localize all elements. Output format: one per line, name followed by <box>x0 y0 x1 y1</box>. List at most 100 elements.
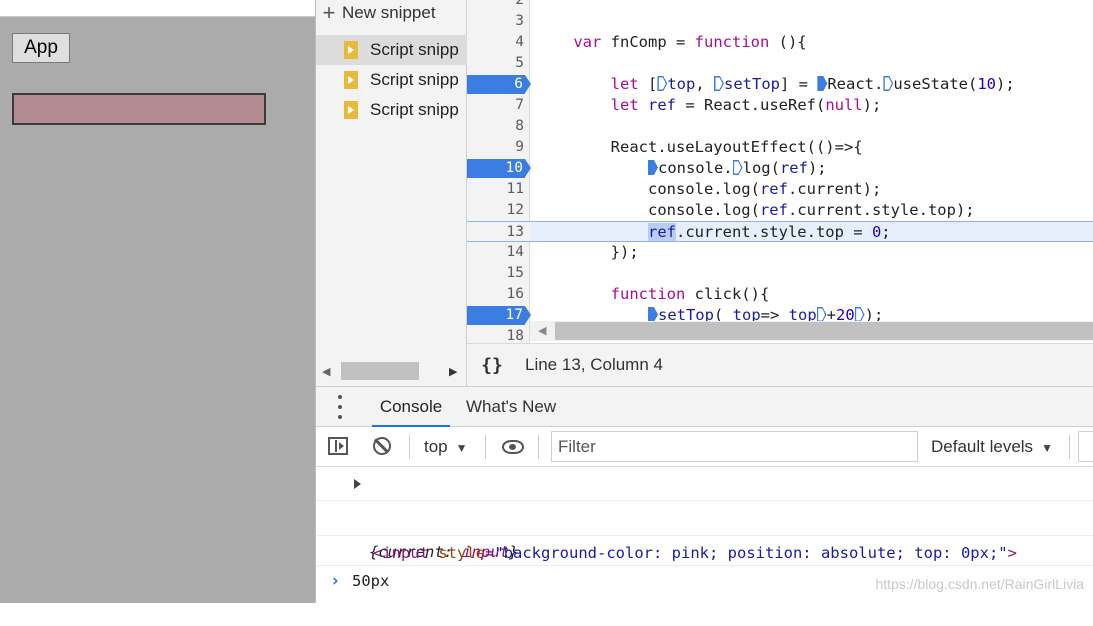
snippet-file-icon <box>344 71 358 89</box>
code-text: let [top, setTop] = React. useState(10); <box>610 75 1015 93</box>
inline-breakpoint-icon[interactable] <box>883 76 893 91</box>
snippet-item[interactable]: Script snipp <box>316 65 467 95</box>
code-editor[interactable]: 2 3 4 var fnComp = function (){ 5 6 let … <box>467 0 1093 343</box>
snippets-navigator: + New snippet Script snipp Script snipp … <box>316 0 467 386</box>
navigator-scrollbar[interactable]: ◀ ▶ <box>316 361 467 383</box>
line-number[interactable]: 18 <box>467 326 524 343</box>
code-line[interactable]: 10 console. log(ref); <box>467 158 1093 179</box>
clear-console-icon[interactable] <box>373 437 391 455</box>
line-number[interactable]: 7 <box>467 95 524 116</box>
snippet-label: Script snipp <box>370 70 459 89</box>
log-levels-dropdown[interactable]: Default levels ▼ <box>931 427 1053 467</box>
dropdown-caret-icon: ▼ <box>1041 441 1053 455</box>
tab-whats-new[interactable]: What's New <box>466 387 556 427</box>
show-sidebar-icon[interactable] <box>328 437 348 455</box>
expand-triangle-icon[interactable] <box>354 479 361 489</box>
code-text: let ref = React.useRef(null); <box>610 96 882 114</box>
code-line[interactable]: 5 <box>467 53 1093 74</box>
new-snippet-button[interactable]: + New snippet <box>316 0 467 26</box>
toolbar-divider <box>409 435 410 459</box>
code-text: var fnComp = function (){ <box>573 33 807 51</box>
app-button[interactable]: App <box>12 33 70 63</box>
snippet-file-icon <box>344 41 358 59</box>
code-line[interactable]: 11 console.log(ref.current); <box>467 179 1093 200</box>
line-number[interactable]: 2 <box>467 0 524 11</box>
code-line[interactable]: 3 <box>467 11 1093 32</box>
line-number[interactable]: 13 <box>467 222 524 243</box>
live-expression-eye-icon[interactable] <box>502 440 524 454</box>
line-number[interactable]: 11 <box>467 179 524 200</box>
more-options-icon[interactable] <box>330 395 350 419</box>
breakpoint-marker[interactable]: 6 <box>467 75 531 94</box>
snippet-file-icon <box>344 101 358 119</box>
line-number[interactable]: 14 <box>467 242 524 263</box>
line-number[interactable]: 8 <box>467 116 524 137</box>
pretty-print-icon[interactable]: {} <box>467 355 517 376</box>
tab-console[interactable]: Console <box>372 387 450 427</box>
scrollbar-thumb[interactable] <box>341 362 419 380</box>
code-line[interactable]: 14 }); <box>467 242 1093 263</box>
scroll-right-arrow-icon[interactable]: ▶ <box>449 365 457 378</box>
snippet-label: Script snipp <box>370 100 459 119</box>
code-line[interactable]: 15 <box>467 263 1093 284</box>
snippet-item[interactable]: Script snipp <box>316 95 467 125</box>
line-number[interactable]: 5 <box>467 53 524 74</box>
pink-input[interactable] <box>12 93 266 125</box>
drawer-tabbar: Console What's New <box>316 386 1093 427</box>
scroll-left-arrow-icon[interactable]: ◀ <box>322 365 330 378</box>
line-number[interactable]: 16 <box>467 284 524 305</box>
inline-breakpoint-icon[interactable] <box>714 76 724 91</box>
breakpoint-marker[interactable]: 10 <box>467 159 531 178</box>
code-line[interactable]: 9 React.useLayoutEffect(()=>{ <box>467 137 1093 158</box>
code-text: React.useLayoutEffect(()=>{ <box>536 138 863 156</box>
line-number[interactable]: 12 <box>467 200 524 221</box>
breakpoint-marker[interactable]: 17 <box>467 306 531 325</box>
code-line[interactable]: 12 console.log(ref.current.style.top); <box>467 200 1093 221</box>
line-number[interactable]: 9 <box>467 137 524 158</box>
toolbar-divider <box>538 435 539 459</box>
inline-breakpoint-icon[interactable] <box>647 307 658 322</box>
code-text: function click(){ <box>610 285 770 303</box>
context-selector[interactable]: top ▼ <box>424 427 468 467</box>
editor-scrollbar[interactable]: ◀ <box>530 321 1093 341</box>
inline-breakpoint-icon[interactable] <box>657 76 667 91</box>
page-top-strip <box>0 0 315 17</box>
inline-breakpoint-icon[interactable] <box>647 160 658 175</box>
issues-button[interactable] <box>1078 431 1093 462</box>
inspected-page: App <box>0 0 315 603</box>
code-line[interactable]: 4 var fnComp = function (){ <box>467 32 1093 53</box>
console-message[interactable]: <input style="background-color: pink; po… <box>316 501 1093 562</box>
code-line[interactable]: 7 let ref = React.useRef(null); <box>467 95 1093 116</box>
current-code-line[interactable]: 13 ref.current.style.top = 0; <box>467 221 1093 242</box>
toolbar-divider <box>1069 435 1070 459</box>
dropdown-caret-icon: ▼ <box>455 441 468 455</box>
console-toolbar: top ▼ Default levels ▼ <box>316 427 1093 467</box>
inline-breakpoint-icon[interactable] <box>855 307 865 322</box>
code-line[interactable]: 16 function click(){ <box>467 284 1093 305</box>
code-line[interactable]: 6 let [top, setTop] = React. useState(10)… <box>467 74 1093 95</box>
console-message[interactable]: {current: input} <box>316 467 1093 561</box>
plus-icon: + <box>322 0 336 25</box>
code-text: console. log(ref); <box>536 158 827 179</box>
filter-input[interactable] <box>551 431 918 462</box>
code-line[interactable]: 8 <box>467 116 1093 137</box>
scroll-left-arrow-icon[interactable]: ◀ <box>538 324 546 337</box>
snippet-item[interactable]: Script snipp <box>316 35 467 65</box>
devtools-panel: + New snippet Script snipp Script snipp … <box>315 0 1093 603</box>
line-number[interactable]: 4 <box>467 32 524 53</box>
code-text: }); <box>536 243 639 261</box>
new-snippet-label: New snippet <box>342 3 436 22</box>
scrollbar-thumb[interactable] <box>555 322 1093 340</box>
inline-breakpoint-icon[interactable] <box>733 160 743 175</box>
console-message[interactable]: 50px <box>316 536 1093 590</box>
line-number[interactable]: 3 <box>467 11 524 32</box>
code-text: console.log(ref.current); <box>536 180 882 198</box>
inline-breakpoint-icon[interactable] <box>817 76 828 91</box>
inline-breakpoint-icon[interactable] <box>817 307 827 322</box>
log-levels-label: Default levels <box>931 437 1034 456</box>
line-number[interactable]: 15 <box>467 263 524 284</box>
console-prompt-icon[interactable]: › <box>330 571 340 591</box>
context-label: top <box>424 437 448 456</box>
toolbar-divider <box>485 435 486 459</box>
code-line[interactable]: 2 <box>467 0 1093 11</box>
